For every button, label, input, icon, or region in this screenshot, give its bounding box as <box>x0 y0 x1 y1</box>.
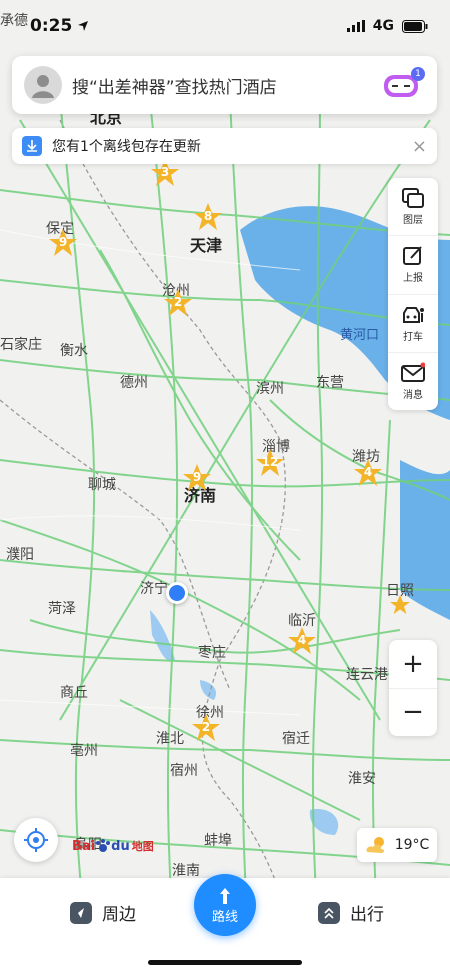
signal-icon <box>346 20 365 32</box>
user-icon <box>32 75 54 98</box>
city-label[interactable]: 商丘 <box>60 682 88 702</box>
status-bar: 0:25 4G <box>0 0 450 52</box>
status-time: 0:25 <box>30 16 89 36</box>
zoom-in-button[interactable]: + <box>389 640 437 689</box>
location-arrow-icon <box>78 21 89 31</box>
hotel-cluster-marker[interactable] <box>389 594 411 616</box>
lake <box>150 610 175 661</box>
report-icon <box>403 246 422 266</box>
city-label[interactable]: 聊城 <box>88 474 116 494</box>
nearby-button[interactable]: 周边 <box>70 900 136 925</box>
hotel-cluster-marker[interactable]: 9 <box>48 228 78 258</box>
clock-text: 0:25 <box>30 16 73 36</box>
crosshair-icon <box>24 828 48 852</box>
hotel-cluster-marker[interactable]: 9 <box>182 463 212 493</box>
city-label[interactable]: 济宁 <box>140 578 168 598</box>
hotel-cluster-marker[interactable]: 12 <box>255 448 285 478</box>
city-label[interactable]: 滨州 <box>256 378 284 398</box>
layers-button[interactable]: 图层 <box>388 178 438 237</box>
city-label[interactable]: 天津 <box>190 232 222 256</box>
city-label[interactable]: 蚌埠 <box>204 830 232 850</box>
sun-cloud-icon <box>366 837 384 853</box>
city-label[interactable]: 连云港 <box>346 664 388 684</box>
notification-badge: 1 <box>411 67 425 81</box>
offline-update-notice[interactable]: 您有1个离线包存在更新 × <box>12 128 437 164</box>
travel-label: 出行 <box>350 905 384 925</box>
zoom-out-button[interactable]: − <box>389 689 437 737</box>
status-indicators: 4G <box>346 18 428 34</box>
message-label: 消息 <box>403 389 423 401</box>
current-location-dot <box>166 582 188 604</box>
lake <box>200 680 217 700</box>
hotel-cluster-marker[interactable]: 8 <box>193 202 223 232</box>
zoom-controls: + − <box>389 640 437 736</box>
logo-map: 地图 <box>131 840 154 853</box>
city-label[interactable]: 东营 <box>316 372 344 392</box>
hotel-cluster-marker[interactable]: 4 <box>353 458 383 488</box>
search-bar[interactable]: 搜“出差神器”查找热门酒店 1 <box>12 56 437 114</box>
taxi-label: 打车 <box>403 331 423 343</box>
city-label[interactable]: 濮阳 <box>6 544 34 564</box>
report-button[interactable]: 上报 <box>388 236 438 295</box>
report-label: 上报 <box>403 273 423 285</box>
message-button[interactable]: 消息 <box>388 353 438 410</box>
route-label: 路线 <box>211 909 238 925</box>
layers-icon <box>402 188 424 209</box>
city-label[interactable]: 淮安 <box>348 768 376 788</box>
avatar[interactable] <box>24 66 62 104</box>
city-label[interactable]: 菏泽 <box>48 598 76 618</box>
search-input[interactable]: 搜“出差神器”查找热门酒店 <box>72 73 381 98</box>
taxi-button[interactable]: 打车 <box>388 295 438 353</box>
network-type: 4G <box>372 18 394 34</box>
city-label[interactable]: 枣庄 <box>198 642 226 662</box>
temperature-text: 19°C <box>394 837 430 853</box>
assistant-button[interactable]: 1 <box>381 67 425 101</box>
city-label[interactable]: 淮南 <box>172 860 200 880</box>
star-icon <box>390 595 410 614</box>
city-label[interactable]: 亳州 <box>70 740 98 760</box>
city-label[interactable]: 宿州 <box>170 760 198 780</box>
home-indicator <box>148 960 302 965</box>
download-icon <box>22 136 42 156</box>
city-label[interactable]: 德州 <box>120 372 148 392</box>
baidu-map-logo: Bai du 地图 <box>72 838 154 854</box>
close-icon[interactable]: × <box>412 136 427 157</box>
message-icon <box>401 362 425 382</box>
layers-label: 图层 <box>403 215 423 227</box>
travel-icon <box>318 901 340 924</box>
paw-icon <box>96 839 111 852</box>
nearby-label: 周边 <box>102 905 136 925</box>
sea-label: 黄河口 <box>340 328 380 343</box>
weather-widget[interactable]: 19°C <box>357 828 437 862</box>
taxi-icon <box>403 306 424 323</box>
city-label[interactable]: 宿迁 <box>282 728 310 748</box>
notice-text[interactable]: 您有1个离线包存在更新 <box>52 136 412 156</box>
travel-button[interactable]: 出行 <box>318 900 384 925</box>
logo-du: du <box>111 838 130 854</box>
bottom-navigation: 周边 路线 出行 <box>0 874 450 975</box>
map-tools-panel: 图层 上报 打车 消息 <box>388 178 438 410</box>
battery-icon <box>402 19 428 33</box>
route-button[interactable]: 路线 <box>194 874 256 936</box>
hotel-cluster-marker[interactable]: 2 <box>191 713 221 743</box>
logo-bai: Bai <box>72 838 96 854</box>
city-label[interactable]: 衡水 <box>60 340 88 360</box>
compass-icon <box>70 901 92 924</box>
locate-button[interactable] <box>14 818 58 862</box>
city-label[interactable]: 石家庄 <box>0 334 42 354</box>
route-arrow-icon <box>220 887 230 904</box>
hotel-cluster-marker[interactable]: 2 <box>163 288 193 318</box>
city-label[interactable]: 淮北 <box>156 728 184 748</box>
hotel-cluster-marker[interactable]: 4 <box>287 626 317 656</box>
